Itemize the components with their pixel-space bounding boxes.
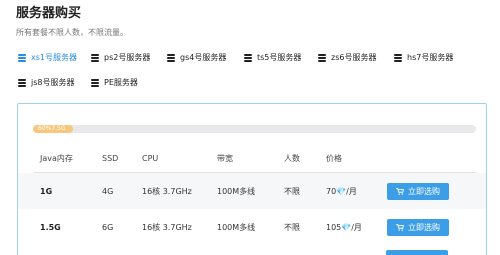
tab-label: js8号服务器 [31, 78, 75, 87]
tab-label: gs4号服务器 [180, 53, 227, 62]
col-header-cpu: CPU [142, 154, 159, 163]
stock-progress-text: 60%7.5G [38, 125, 66, 132]
cell-mem: 1.5G [40, 222, 61, 232]
tab-ts5[interactable]: ts5号服务器 [244, 52, 301, 63]
cart-icon [396, 188, 404, 195]
page-title: 服务器购买 [16, 6, 82, 21]
cell-price: 105💎/月 [326, 222, 362, 232]
stock-progress-bar [33, 125, 476, 133]
table-row: 1G 4G 16核 3.7GHz 100M多线 不限 70💎/月 立即选购 [18, 173, 486, 209]
server-icon [18, 53, 26, 62]
buy-now-label: 立即选购 [408, 187, 440, 196]
tab-hs7[interactable]: hs7号服务器 [394, 52, 453, 63]
cell-mem: 1G [40, 186, 53, 196]
tab-label: xs1号服务器 [31, 53, 77, 62]
cart-icon [396, 224, 404, 231]
tab-label: ts5号服务器 [257, 53, 302, 62]
server-icon [91, 53, 99, 62]
server-icon [394, 53, 402, 62]
table-header-row: Java内存 SSD CPU 带宽 人数 价格 [18, 142, 486, 175]
col-header-ssd: SSD [102, 154, 119, 163]
tab-js8[interactable]: js8号服务器 [18, 77, 74, 88]
server-icon [18, 78, 26, 87]
tab-pe[interactable]: PE服务器 [91, 77, 138, 88]
buy-now-label: 立即选购 [408, 223, 440, 232]
page-subtitle: 所有套餐不限人数，不限流量。 [16, 28, 128, 37]
col-header-mem: Java内存 [40, 154, 73, 163]
tab-xs1[interactable]: xs1号服务器 [18, 52, 77, 63]
server-plans-panel: 60%7.5G Java内存 SSD CPU 带宽 人数 价格 1G 4G 16… [17, 103, 487, 255]
tab-gs4[interactable]: gs4号服务器 [167, 52, 226, 63]
col-header-players: 人数 [284, 154, 300, 163]
cell-cpu: 16核 3.7GHz [142, 186, 192, 196]
cell-ssd: 4G [102, 186, 114, 196]
cell-cpu: 16核 3.7GHz [142, 222, 192, 232]
tab-zs6[interactable]: zs6号服务器 [318, 52, 376, 63]
cell-bandwidth: 100M多线 [217, 186, 256, 196]
tab-label: zs6号服务器 [331, 53, 377, 62]
tab-label: ps2号服务器 [104, 53, 151, 62]
server-icon [167, 53, 175, 62]
server-icon [244, 53, 252, 62]
table-row: 1.5G 6G 16核 3.7GHz 100M多线 不限 105💎/月 立即选购 [18, 209, 486, 245]
tab-label: PE服务器 [104, 78, 138, 87]
cell-players: 不限 [284, 186, 300, 196]
buy-now-button-partial[interactable] [386, 250, 448, 255]
col-header-bandwidth: 带宽 [217, 154, 233, 163]
buy-now-button[interactable]: 立即选购 [387, 219, 449, 236]
tab-ps2[interactable]: ps2号服务器 [91, 52, 150, 63]
buy-now-button[interactable]: 立即选购 [387, 183, 449, 200]
cell-price: 70💎/月 [326, 186, 357, 196]
cell-bandwidth: 100M多线 [217, 222, 256, 232]
col-header-price: 价格 [326, 154, 342, 163]
server-icon [91, 78, 99, 87]
cell-ssd: 6G [102, 222, 114, 232]
tab-label: hs7号服务器 [407, 53, 454, 62]
cell-players: 不限 [284, 222, 300, 232]
server-icon [318, 53, 326, 62]
